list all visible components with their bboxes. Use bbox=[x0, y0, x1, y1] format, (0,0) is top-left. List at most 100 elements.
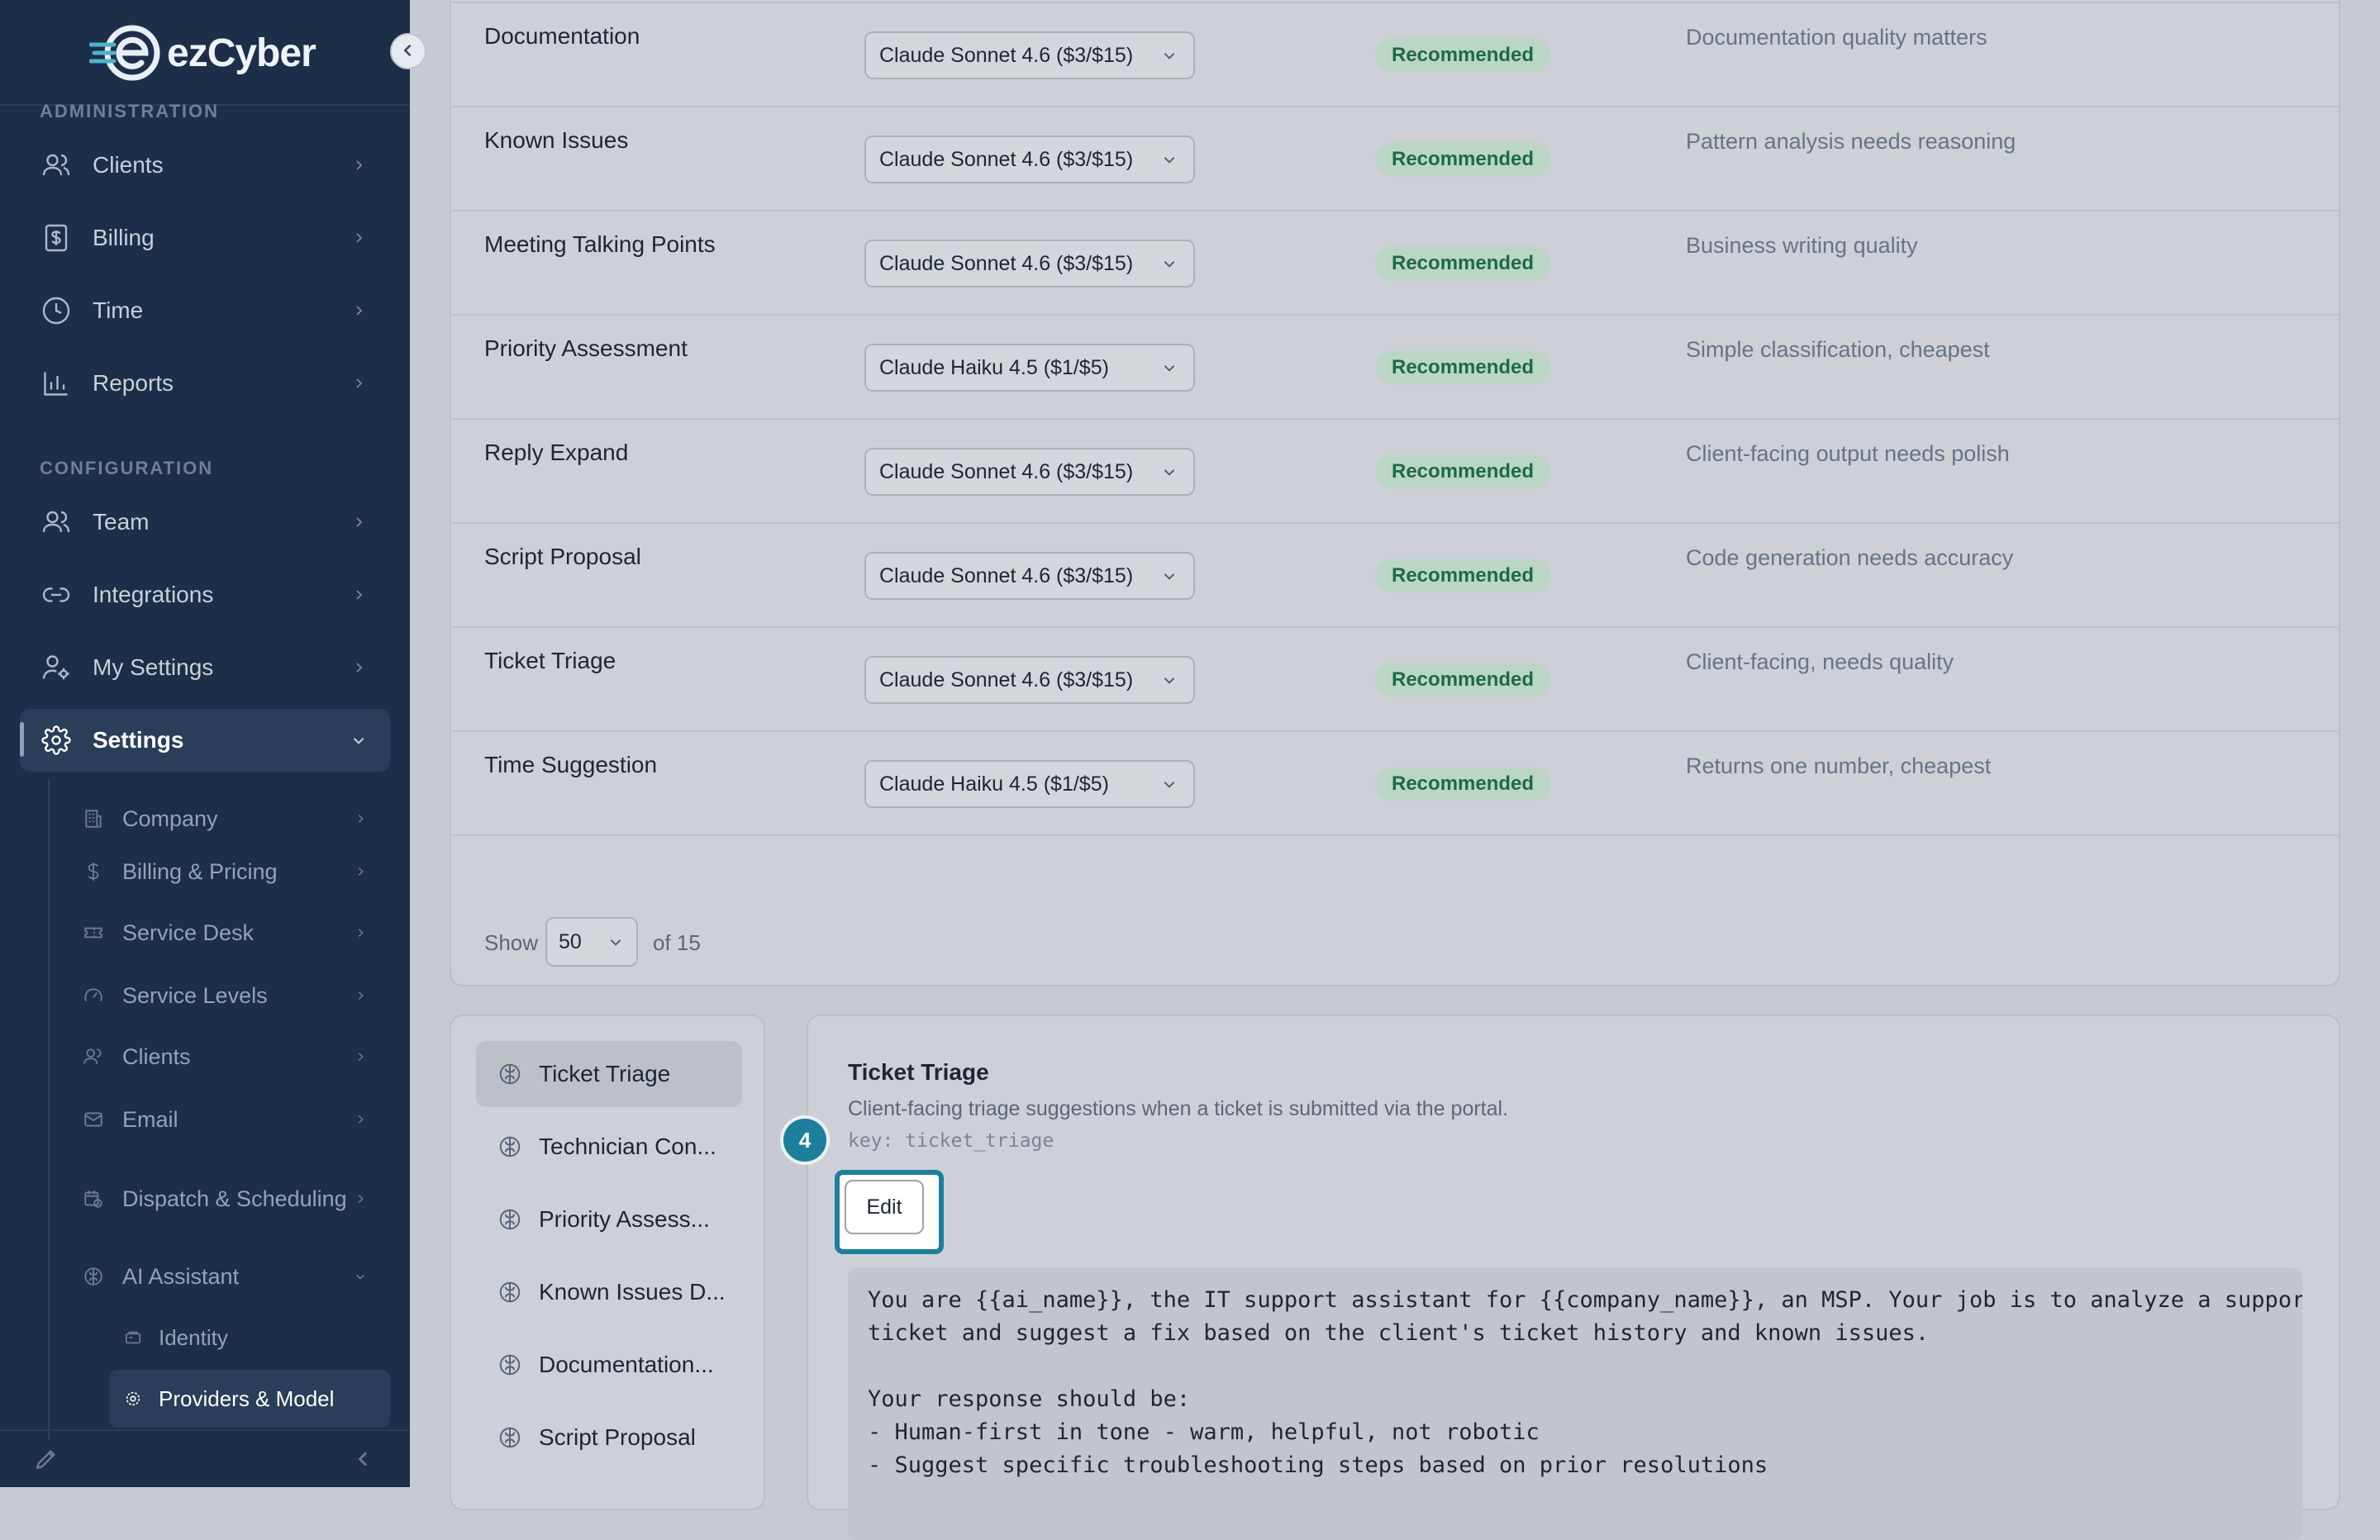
sidebar-subitem-dispatch-scheduling[interactable]: Dispatch & Scheduling bbox=[68, 1163, 390, 1234]
show-label: Show bbox=[484, 930, 539, 955]
sidebar-item-integrations[interactable]: Integrations bbox=[20, 563, 390, 626]
chevron-down-icon bbox=[1162, 150, 1180, 169]
total-count: of 15 bbox=[653, 930, 701, 955]
sidebar-item-time[interactable]: Time bbox=[20, 279, 390, 342]
sidebar-subitem-label: Dispatch & Scheduling bbox=[122, 1186, 347, 1211]
model-select[interactable]: Claude Sonnet 4.6 ($3/$15) bbox=[864, 448, 1195, 496]
logo-e-icon bbox=[88, 23, 165, 83]
table-pager: Show 50 of 15 bbox=[451, 899, 2339, 985]
prompt-list-item[interactable]: Priority Assess... bbox=[476, 1186, 742, 1252]
table-row: Priority Assessment Claude Haiku 4.5 ($1/… bbox=[451, 316, 2339, 420]
sidebar-subitem-email[interactable]: Email bbox=[68, 1091, 390, 1148]
sidebar-subitem-providers-model[interactable]: Providers & Model bbox=[109, 1370, 390, 1428]
collapse-sidebar-icon[interactable] bbox=[354, 1449, 374, 1473]
chevron-down-icon bbox=[347, 729, 370, 752]
model-select-value: Claude Sonnet 4.6 ($3/$15) bbox=[879, 147, 1134, 171]
sidebar-subitem-ai-assistant[interactable]: AI Assistant bbox=[68, 1248, 390, 1305]
brain-icon bbox=[496, 1278, 524, 1306]
model-select[interactable]: Claude Sonnet 4.6 ($3/$15) bbox=[864, 240, 1195, 288]
building-icon bbox=[81, 806, 106, 831]
sidebar-item-clients[interactable]: Clients bbox=[20, 134, 390, 197]
prompt-list-item-label: Priority Assess... bbox=[539, 1206, 710, 1232]
chevron-right-icon bbox=[347, 154, 370, 177]
prompt-list-panel: Ticket Triage Technician Con... Priority A… bbox=[450, 1015, 765, 1510]
bar-chart-icon bbox=[40, 367, 73, 400]
sidebar-subitem-identity[interactable]: Identity bbox=[109, 1309, 390, 1367]
model-select[interactable]: Claude Sonnet 4.6 ($3/$15) bbox=[864, 135, 1195, 183]
active-indicator bbox=[20, 722, 24, 757]
recommendation-reason: Business writing quality bbox=[1686, 233, 1918, 258]
prompt-list-item[interactable]: Documentation... bbox=[476, 1332, 742, 1398]
sidebar-subitem-billing-pricing[interactable]: Billing & Pricing bbox=[68, 843, 390, 901]
feature-name: Time Suggestion bbox=[484, 752, 658, 777]
status-badge: Recommended bbox=[1375, 558, 1551, 593]
table-row: Time Suggestion Claude Haiku 4.5 ($1/$5) R… bbox=[451, 732, 2339, 836]
sidebar-item-label: Reports bbox=[93, 370, 174, 396]
brain-icon bbox=[496, 1424, 524, 1452]
recommendation-reason: Returns one number, cheapest bbox=[1686, 753, 1992, 778]
ticket-icon bbox=[81, 920, 106, 945]
recommendation-reason: Pattern analysis needs reasoning bbox=[1686, 129, 2016, 154]
prompt-list-item-label: Documentation... bbox=[539, 1352, 714, 1377]
sidebar-subitem-label: Company bbox=[122, 806, 218, 831]
sidebar: ezCyber ADMINISTRATION Clients Billing T… bbox=[0, 0, 410, 1487]
feature-name: Meeting Talking Points bbox=[484, 231, 716, 257]
prompt-list-item[interactable]: Ticket Triage bbox=[476, 1041, 742, 1107]
prompt-list-item[interactable]: Script Proposal bbox=[476, 1405, 742, 1471]
chevron-right-icon bbox=[347, 511, 370, 534]
feature-name: Reply Expand bbox=[484, 440, 629, 465]
chevron-right-icon bbox=[350, 1189, 370, 1209]
sidebar-subitem-label: Service Levels bbox=[122, 982, 268, 1008]
sidebar-subitem-service-desk[interactable]: Service Desk bbox=[68, 904, 390, 962]
model-select[interactable]: Claude Sonnet 4.6 ($3/$15) bbox=[864, 656, 1195, 704]
sidebar-item-team[interactable]: Team bbox=[20, 491, 390, 554]
tree-guide-line bbox=[48, 780, 50, 1441]
model-select[interactable]: Claude Haiku 4.5 ($1/$5) bbox=[864, 344, 1195, 392]
brain-icon bbox=[496, 1351, 524, 1379]
sidebar-subitem-label: Email bbox=[122, 1106, 178, 1132]
sidebar-subitem-label: Identity bbox=[159, 1324, 228, 1350]
prompt-title: Ticket Triage bbox=[848, 1059, 989, 1085]
users-icon bbox=[40, 506, 73, 539]
sidebar-item-settings[interactable]: Settings bbox=[20, 709, 390, 772]
sidebar-item-label: Time bbox=[93, 297, 144, 323]
chevron-right-icon bbox=[347, 226, 370, 250]
sidebar-subitem-clients[interactable]: Clients bbox=[68, 1028, 390, 1086]
clock-icon bbox=[40, 294, 73, 327]
chevron-down-icon bbox=[1162, 567, 1180, 585]
pencil-icon[interactable] bbox=[33, 1446, 60, 1476]
chevron-right-icon bbox=[350, 809, 370, 829]
model-select-value: Claude Sonnet 4.6 ($3/$15) bbox=[879, 251, 1134, 275]
users-icon bbox=[40, 149, 73, 182]
mail-icon bbox=[81, 1107, 106, 1132]
sidebar-subitem-service-levels[interactable]: Service Levels bbox=[68, 967, 390, 1024]
brain-icon bbox=[496, 1133, 524, 1161]
model-select[interactable]: Claude Sonnet 4.6 ($3/$15) bbox=[864, 31, 1195, 79]
sidebar-item-label: My Settings bbox=[93, 654, 214, 680]
sidebar-toggle-button[interactable] bbox=[390, 33, 426, 69]
sidebar-item-billing[interactable]: Billing bbox=[20, 207, 390, 269]
recommendation-reason: Client-facing, needs quality bbox=[1686, 649, 1954, 674]
brand-logo[interactable]: ezCyber bbox=[88, 20, 317, 86]
brand-name: ezCyber bbox=[167, 31, 317, 75]
model-select-value: Claude Haiku 4.5 ($1/$5) bbox=[879, 355, 1109, 379]
prompt-key: key: ticket_triage bbox=[848, 1130, 1054, 1152]
tutorial-step-badge: 4 bbox=[780, 1115, 830, 1165]
section-label-administration: ADMINISTRATION bbox=[40, 101, 220, 121]
edit-button[interactable]: Edit bbox=[845, 1180, 924, 1234]
prompt-list-item[interactable]: Known Issues D... bbox=[476, 1259, 742, 1325]
page-size-select[interactable]: 50 bbox=[545, 917, 638, 967]
dollar-icon bbox=[81, 859, 106, 884]
sidebar-subitem-company[interactable]: Company bbox=[68, 790, 390, 848]
sidebar-item-reports[interactable]: Reports bbox=[20, 352, 390, 415]
edit-button-highlight: Edit bbox=[835, 1170, 944, 1254]
model-select[interactable]: Claude Sonnet 4.6 ($3/$15) bbox=[864, 552, 1195, 600]
sidebar-item-label: Integrations bbox=[93, 582, 214, 607]
brain-icon bbox=[496, 1060, 524, 1088]
sidebar-item-my-settings[interactable]: My Settings bbox=[20, 636, 390, 699]
status-badge: Recommended bbox=[1375, 350, 1551, 385]
gauge-icon bbox=[81, 983, 106, 1008]
model-select[interactable]: Claude Haiku 4.5 ($1/$5) bbox=[864, 760, 1195, 808]
prompt-list-item[interactable]: Technician Con... bbox=[476, 1114, 742, 1180]
model-select-value: Claude Sonnet 4.6 ($3/$15) bbox=[879, 459, 1134, 483]
